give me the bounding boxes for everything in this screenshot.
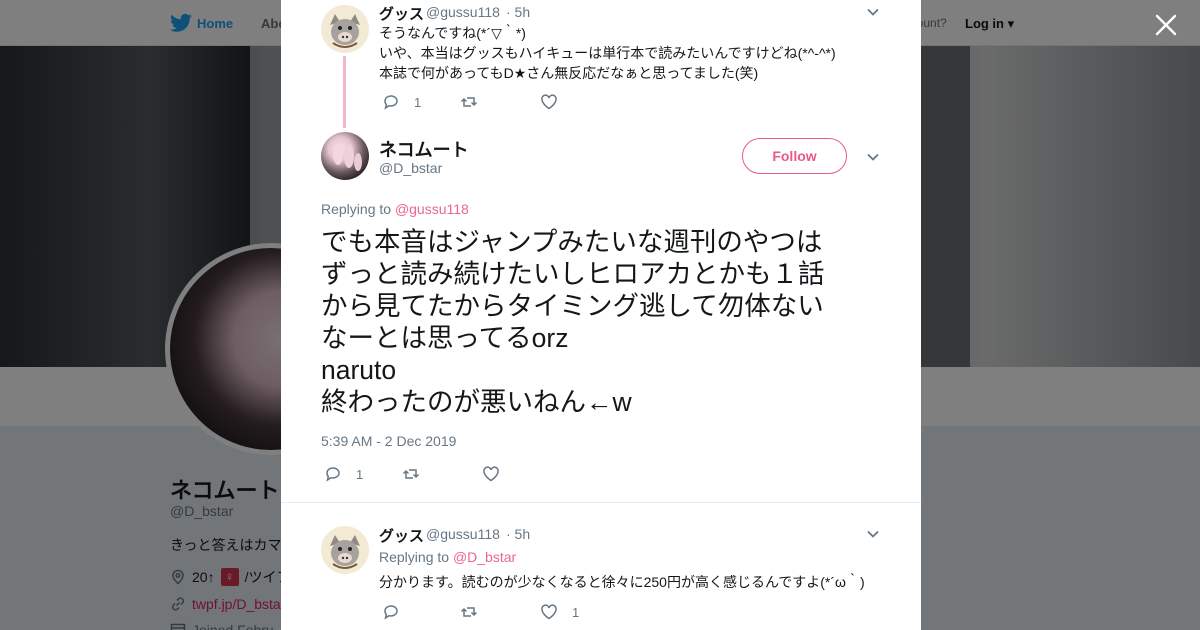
retweet-icon <box>460 97 478 107</box>
thread-connector <box>343 56 346 128</box>
reply-icon <box>326 467 340 482</box>
main-tweet-timestamp[interactable]: 5:39 AM - 2 Dec 2019 <box>321 433 456 449</box>
boar-avatar-icon <box>321 526 369 574</box>
follow-button[interactable]: Follow <box>742 138 847 174</box>
reply-timestamp[interactable]: · 5h <box>506 526 530 542</box>
main-author-avatar[interactable] <box>321 132 369 180</box>
replying-to-label: Replying to <box>379 549 450 565</box>
reply-reply-action[interactable] <box>382 603 414 621</box>
reply-author-handle[interactable]: @gussu118 <box>426 526 500 542</box>
parent-line: いや、本当はグッスもハイキューは単行本で読みたいんですけどね(*^-^*) <box>379 45 836 61</box>
main-tweet-text: でも本音はジャンプみたいな週刊のやつは ずっと読み続けたいしヒロアカとかも１話 … <box>321 227 825 417</box>
gussu-avatar[interactable] <box>321 5 369 53</box>
replying-to-label: Replying to <box>321 201 392 217</box>
chevron-down-icon[interactable] <box>866 150 880 164</box>
chevron-down-icon[interactable] <box>866 527 880 541</box>
reply-author-avatar[interactable] <box>321 526 369 574</box>
main-like-action[interactable] <box>482 465 514 483</box>
nail-avatar-icon <box>333 143 362 171</box>
main-replying-to: Replying to @gussu118 <box>321 201 469 217</box>
main-reply-action[interactable]: 1 <box>324 465 363 483</box>
tweet-modal: グッス @gussu118 · 5h そうなんですね(*´▽｀*) いや、本当は… <box>281 0 921 630</box>
boar-avatar-icon <box>321 5 369 53</box>
main-retweet-action[interactable] <box>402 465 434 483</box>
parent-line: 本誌で何があってもD★さん無反応だなぁと思ってました(笑) <box>379 65 759 81</box>
close-icon[interactable] <box>1153 12 1179 38</box>
main-reply-count: 1 <box>356 466 364 482</box>
parent-tweet-text: そうなんですね(*´▽｀*) いや、本当はグッスもハイキューは単行本で読みたいん… <box>379 23 899 83</box>
parent-author-name[interactable]: グッス <box>379 3 424 24</box>
reply-retweet-action[interactable] <box>460 603 492 621</box>
parent-timestamp[interactable]: · 5h <box>506 4 530 20</box>
reply-tweet-text: 分かります。読むのが少なくなると徐々に250円が高く感じるんですよ(*´ω｀) <box>379 574 865 590</box>
reply-like-count: 1 <box>572 604 580 620</box>
reply-icon <box>384 605 398 620</box>
like-icon <box>483 466 499 482</box>
reply-icon <box>384 95 398 110</box>
chevron-down-icon[interactable] <box>866 5 880 19</box>
reply-author-name[interactable]: グッス <box>379 525 424 546</box>
main-author-handle[interactable]: @D_bstar <box>379 160 442 176</box>
parent-like-action[interactable] <box>540 93 572 111</box>
parent-reply-count: 1 <box>414 94 422 110</box>
parent-line: そうなんですね(*´▽｀*) <box>379 25 526 41</box>
reply-like-action[interactable]: 1 <box>540 603 579 621</box>
like-icon <box>541 94 557 110</box>
parent-retweet-action[interactable] <box>460 93 492 111</box>
parent-reply-action[interactable]: 1 <box>382 93 421 111</box>
like-icon <box>541 604 557 620</box>
retweet-icon <box>460 607 478 617</box>
retweet-icon <box>402 469 420 479</box>
replying-to-handle[interactable]: @gussu118 <box>395 201 469 217</box>
divider <box>281 502 921 503</box>
parent-author-handle[interactable]: @gussu118 <box>426 4 500 20</box>
main-author-name[interactable]: ネコムート <box>379 136 469 162</box>
replying-to-handle[interactable]: @D_bstar <box>453 549 516 565</box>
reply-replying-to: Replying to @D_bstar <box>379 549 516 565</box>
